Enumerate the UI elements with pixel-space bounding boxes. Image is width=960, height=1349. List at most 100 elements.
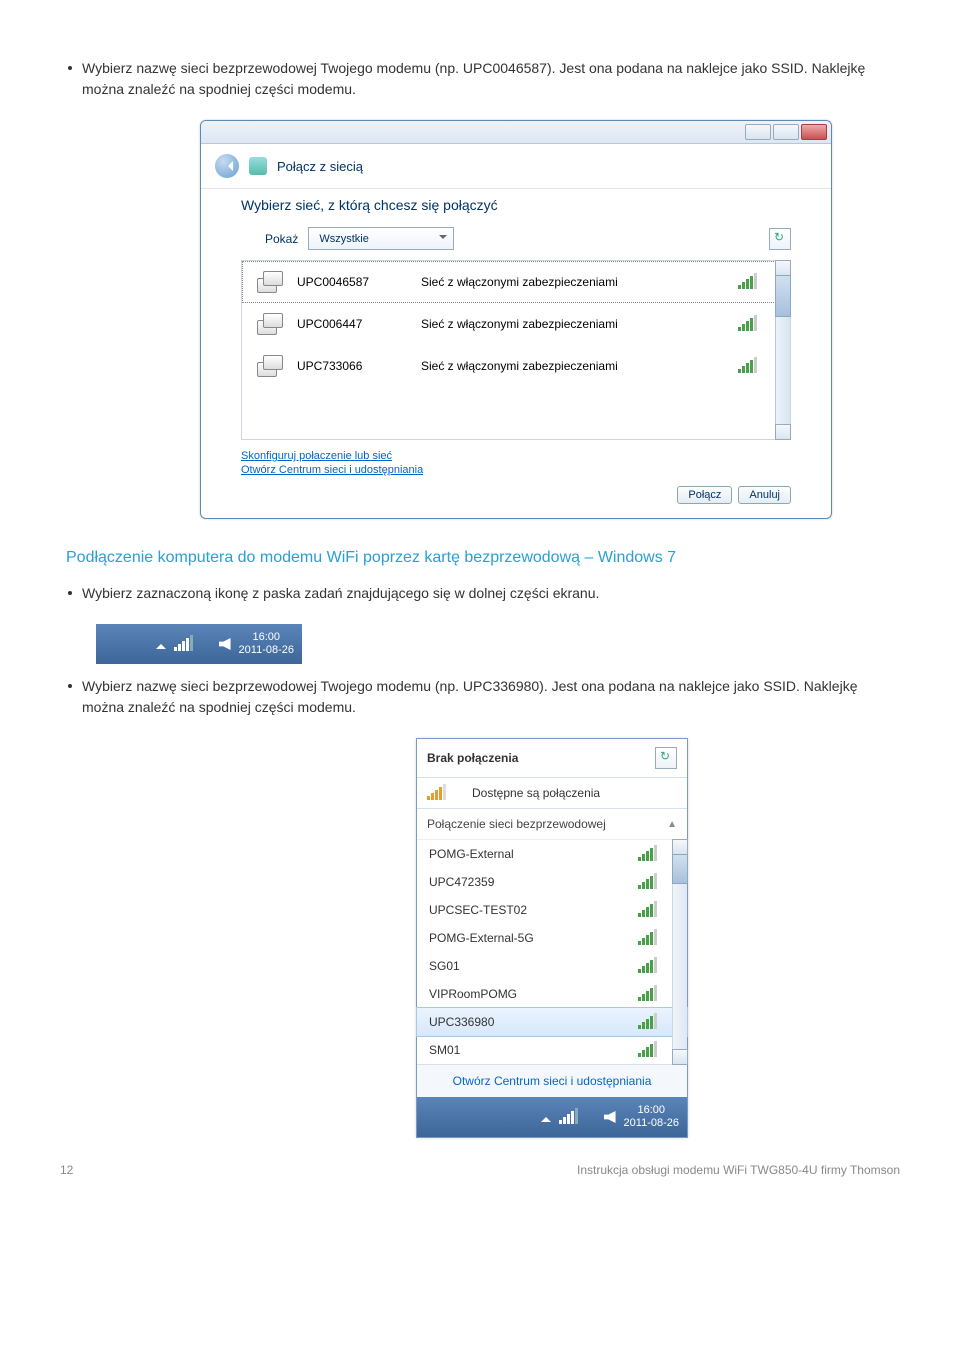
wifi-row[interactable]: POMG-External — [417, 840, 687, 868]
scroll-down-arrow[interactable] — [775, 424, 791, 440]
refresh-button[interactable] — [655, 747, 677, 769]
wifi-name: UPCSEC-TEST02 — [429, 903, 638, 917]
flyout-top: Brak połączenia — [417, 739, 687, 778]
wifi-name: POMG-External-5G — [429, 931, 638, 945]
tray-clock[interactable]: 16:00 2011-08-26 — [624, 1104, 679, 1130]
setup-connection-link[interactable]: Skonfiguruj połaczenie lub sieć — [241, 450, 791, 462]
signal-icon — [638, 875, 657, 889]
chevron-up-icon: ▲ — [667, 819, 677, 830]
page-number: 12 — [60, 1163, 73, 1177]
tray-time: 16:00 — [624, 1104, 679, 1117]
scrollbar[interactable] — [672, 840, 687, 1064]
paragraph-2: Wybierz zaznaczoną ikonę z paska zadań z… — [82, 583, 599, 604]
network-tray-icon[interactable] — [559, 1110, 578, 1124]
scroll-thumb[interactable] — [672, 854, 688, 884]
back-button[interactable] — [215, 154, 239, 178]
signal-icon — [638, 959, 657, 973]
tray-clock[interactable]: 16:00 2011-08-26 — [239, 631, 294, 657]
network-adapter-icon — [257, 271, 283, 293]
page-footer: 12 Instrukcja obsługi modemu WiFi TWG850… — [60, 1163, 900, 1177]
bullet-item: Wybierz nazwę sieci bezprzewodowej Twoje… — [68, 58, 900, 100]
signal-icon — [638, 1043, 657, 1057]
network-desc: Sieć z włączonymi zabezpieczeniami — [421, 317, 724, 331]
open-network-center-link[interactable]: Otwórz Centrum sieci i udostępniania — [417, 1064, 687, 1097]
network-list: UPC0046587 Sieć z włączonymi zabezpiecze… — [241, 260, 791, 440]
section-heading-win7: Podłączenie komputera do modemu WiFi pop… — [66, 549, 900, 567]
wifi-name: VIPRoomPOMG — [429, 987, 638, 1001]
wifi-name: UPC472359 — [429, 875, 638, 889]
signal-icon — [638, 847, 657, 861]
flyout-taskbar: 16:00 2011-08-26 — [417, 1097, 687, 1137]
wifi-row[interactable]: UPCSEC-TEST02 — [417, 896, 687, 924]
signal-icon — [638, 903, 657, 917]
network-desc: Sieć z włączonymi zabezpieczeniami — [421, 359, 724, 373]
dialog-header: Połącz z siecią — [201, 144, 831, 189]
scroll-track[interactable] — [776, 317, 790, 425]
wireless-section-header[interactable]: Połączenie sieci bezprzewodowej ▲ — [417, 809, 687, 840]
wifi-row[interactable]: UPC336980 — [416, 1007, 688, 1037]
scroll-thumb[interactable] — [775, 275, 791, 317]
wifi-row[interactable]: SG01 — [417, 952, 687, 980]
wifi-name: SG01 — [429, 959, 638, 973]
filter-row: Pokaż Wszystkie — [265, 227, 791, 250]
connect-button[interactable]: Połącz — [677, 486, 732, 504]
bullet-item: Wybierz zaznaczoną ikonę z paska zadań z… — [68, 583, 900, 604]
network-flyout: Brak połączenia Dostępne są połączenia P… — [416, 738, 688, 1138]
volume-tray-icon[interactable] — [604, 1111, 616, 1123]
open-network-center-link[interactable]: Otwórz Centrum sieci i udostępniania — [241, 464, 791, 476]
signal-icon — [638, 1015, 657, 1029]
network-row[interactable]: UPC006447 Sieć z włączonymi zabezpieczen… — [242, 303, 790, 345]
scroll-track[interactable] — [673, 884, 687, 1050]
maximize-button[interactable] — [773, 124, 799, 140]
network-row[interactable]: UPC733066 Sieć z włączonymi zabezpieczen… — [242, 345, 790, 387]
wifi-name: UPC336980 — [429, 1015, 638, 1029]
scroll-down-arrow[interactable] — [672, 1049, 688, 1065]
available-row: Dostępne są połączenia — [417, 778, 687, 809]
scroll-up-arrow[interactable] — [775, 260, 791, 276]
bullet-dot — [68, 684, 72, 688]
wifi-name: SM01 — [429, 1043, 638, 1057]
section-label: Połączenie sieci bezprzewodowej — [427, 817, 606, 831]
tray-date: 2011-08-26 — [624, 1117, 679, 1130]
paragraph-1: Wybierz nazwę sieci bezprzewodowej Twoje… — [82, 58, 900, 100]
network-tray-icon[interactable] — [174, 637, 193, 651]
show-hidden-icons[interactable] — [156, 639, 166, 649]
no-connection-label: Brak połączenia — [427, 751, 518, 765]
bullet-dot — [68, 591, 72, 595]
minimize-button[interactable] — [745, 124, 771, 140]
network-ssid: UPC733066 — [297, 359, 407, 373]
signal-icon — [738, 317, 757, 331]
wifi-row[interactable]: POMG-External-5G — [417, 924, 687, 952]
network-row[interactable]: UPC0046587 Sieć z włączonymi zabezpiecze… — [242, 261, 790, 303]
signal-icon — [638, 987, 657, 1001]
vista-connect-dialog: Połącz z siecią Wybierz sieć, z którą ch… — [200, 120, 832, 519]
close-button[interactable] — [801, 124, 827, 140]
bullet-dot — [68, 66, 72, 70]
dialog-title: Połącz z siecią — [277, 159, 363, 174]
bullet-item: Wybierz nazwę sieci bezprzewodowej Twoje… — [68, 676, 900, 718]
filter-select[interactable]: Wszystkie — [308, 227, 454, 250]
paragraph-3: Wybierz nazwę sieci bezprzewodowej Twoje… — [82, 676, 900, 718]
network-adapter-icon — [257, 355, 283, 377]
tray-date: 2011-08-26 — [239, 644, 294, 657]
network-ssid: UPC0046587 — [297, 275, 407, 289]
network-adapter-icon — [257, 313, 283, 335]
volume-tray-icon[interactable] — [219, 638, 231, 650]
signal-icon — [738, 359, 757, 373]
doc-title-footer: Instrukcja obsługi modemu WiFi TWG850-4U… — [577, 1163, 900, 1177]
show-hidden-icons[interactable] — [541, 1112, 551, 1122]
window-titlebar — [201, 121, 831, 144]
signal-icon — [738, 275, 757, 289]
cancel-button[interactable]: Anuluj — [738, 486, 791, 504]
refresh-button[interactable] — [769, 228, 791, 250]
wifi-row[interactable]: SM01 — [417, 1036, 687, 1064]
scrollbar[interactable] — [775, 261, 790, 439]
available-label: Dostępne są połączenia — [472, 786, 600, 800]
scroll-up-arrow[interactable] — [672, 839, 688, 855]
dialog-links: Skonfiguruj połaczenie lub sieć Otwórz C… — [241, 450, 791, 476]
dialog-prompt: Wybierz sieć, z którą chcesz się połączy… — [241, 197, 791, 213]
filter-label: Pokaż — [265, 232, 298, 246]
wifi-row[interactable]: UPC472359 — [417, 868, 687, 896]
wifi-row[interactable]: VIPRoomPOMG — [417, 980, 687, 1008]
network-desc: Sieć z włączonymi zabezpieczeniami — [421, 275, 724, 289]
